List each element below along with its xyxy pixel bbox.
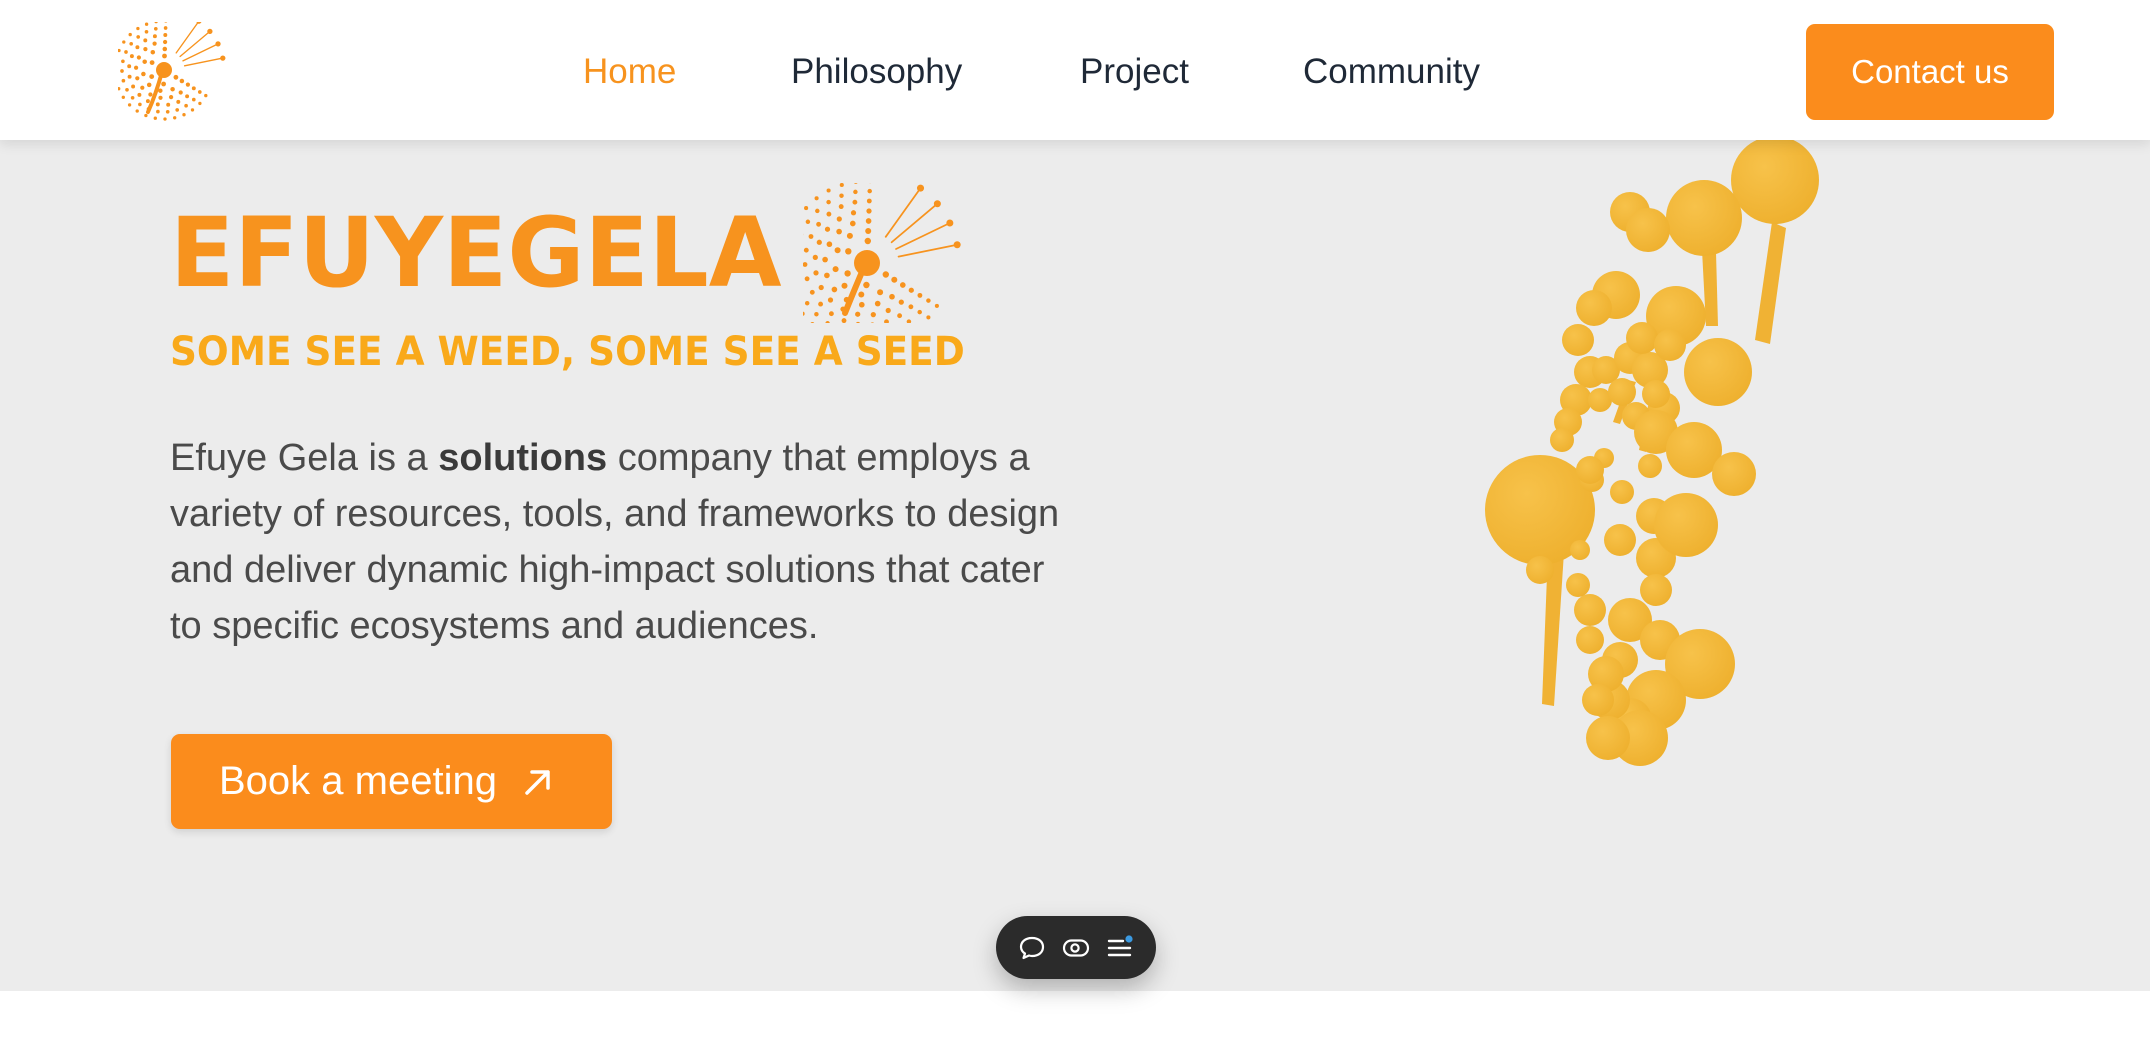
- book-meeting-button[interactable]: Book a meeting: [171, 734, 612, 829]
- tagline: SOME SEE A WEED, SOME SEE A SEED: [170, 329, 965, 375]
- menu-list-icon[interactable]: [1105, 933, 1135, 963]
- comment-icon[interactable]: [1017, 933, 1047, 963]
- floating-toolbar: [996, 916, 1156, 979]
- dandelion-mark-icon: [803, 183, 961, 323]
- description-highlight: solutions: [438, 437, 608, 479]
- book-meeting-label: Book a meeting: [219, 759, 497, 803]
- eye-toggle-icon[interactable]: [1061, 933, 1091, 963]
- nav-philosophy[interactable]: Philosophy: [791, 48, 962, 96]
- nav-project[interactable]: Project: [1080, 48, 1189, 96]
- hero-description: Efuye Gela is a solutions company that e…: [170, 430, 1060, 654]
- contact-us-button[interactable]: Contact us: [1806, 24, 2054, 120]
- arrow-up-right-icon: [525, 769, 550, 795]
- nav-community[interactable]: Community: [1303, 48, 1480, 96]
- brand-title: EFUYEGELA: [170, 197, 782, 309]
- hero-section: EFUYEGELA SOME SEE A WEED, SOME SEE A SE…: [0, 140, 2150, 991]
- description-text-start: Efuye Gela is a: [170, 437, 439, 479]
- site-header: Home Philosophy Project Community Contac…: [0, 0, 2150, 140]
- dandelion-footprint-illustration: [1485, 140, 1819, 766]
- notification-dot: [1125, 934, 1133, 943]
- dandelion-logo-icon[interactable]: [118, 22, 243, 122]
- nav-home[interactable]: Home: [583, 48, 676, 96]
